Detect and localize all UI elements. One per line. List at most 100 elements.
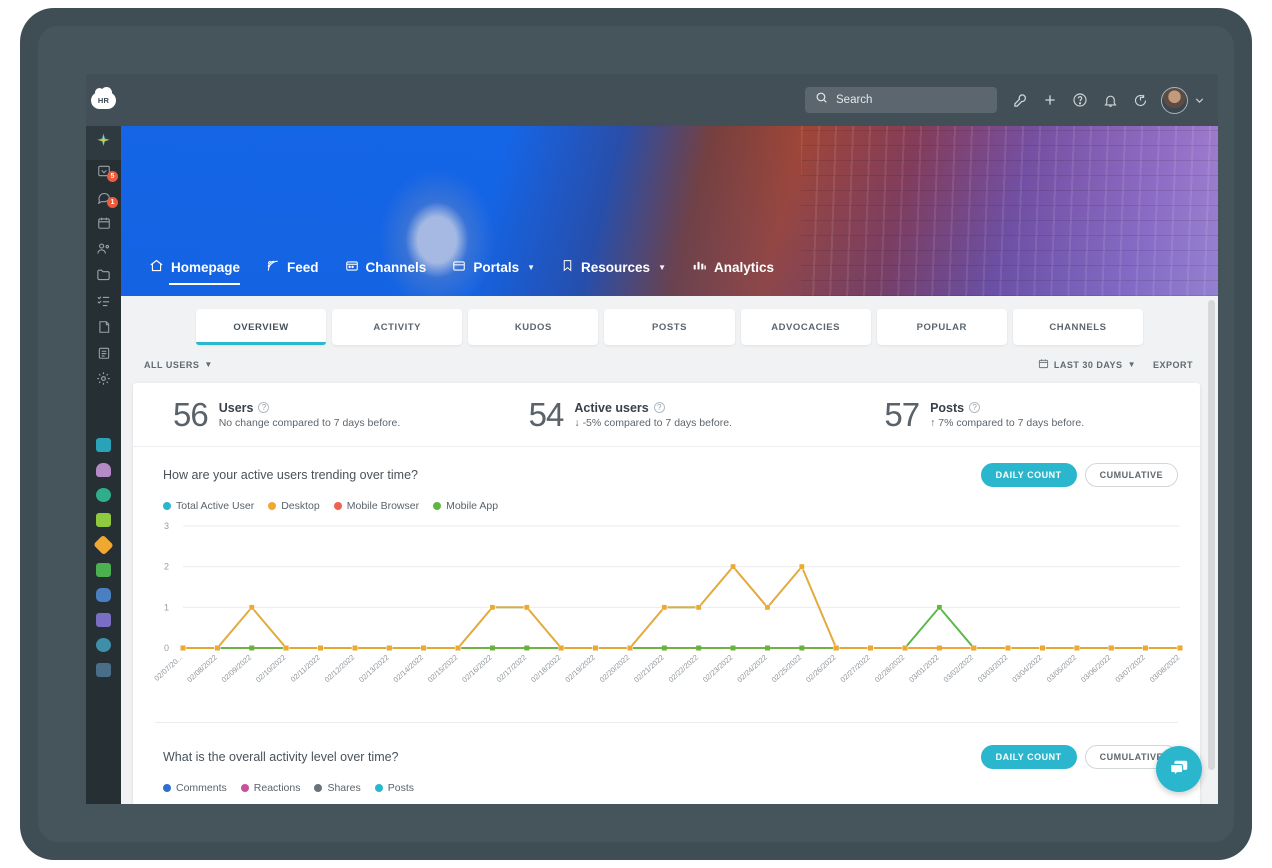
chart1-cumulative-button[interactable]: CUMULATIVE bbox=[1084, 463, 1178, 487]
svg-text:03/05/2022: 03/05/2022 bbox=[1045, 653, 1079, 684]
tab-posts-label: POSTS bbox=[652, 321, 687, 333]
app-robot-icon bbox=[96, 587, 111, 602]
tab-posts[interactable]: POSTS bbox=[604, 309, 735, 345]
svg-text:03/02/2022: 03/02/2022 bbox=[942, 653, 976, 684]
legend-item-total-active-user[interactable]: Total Active User bbox=[163, 500, 254, 512]
portals-icon bbox=[452, 259, 466, 276]
svg-text:03/06/2022: 03/06/2022 bbox=[1079, 653, 1113, 684]
legend-item-posts[interactable]: Posts bbox=[374, 782, 414, 794]
rail-item-clipboard[interactable] bbox=[86, 342, 121, 368]
audience-filter-dropdown[interactable]: ALL USERS ▼ bbox=[144, 360, 213, 370]
svg-text:02/26/2022: 02/26/2022 bbox=[804, 653, 838, 684]
app-device-icon bbox=[96, 662, 111, 677]
svg-text:02/28/2022: 02/28/2022 bbox=[873, 653, 907, 684]
rail-item-calendar[interactable] bbox=[86, 212, 121, 238]
rail-app-chart[interactable] bbox=[86, 607, 121, 632]
hero-nav-analytics[interactable]: Analytics bbox=[692, 259, 774, 278]
date-range-dropdown[interactable]: LAST 30 DAYS ▼ bbox=[1038, 358, 1136, 371]
chart2-daily-count-button[interactable]: DAILY COUNT bbox=[980, 745, 1077, 769]
kpi-active-users: 54 Active users ? ↓ -5% compared to 7 da… bbox=[489, 396, 845, 434]
rail-item-messages[interactable]: 1 bbox=[86, 186, 121, 212]
rail-item-settings[interactable] bbox=[86, 368, 121, 394]
svg-text:03/04/2022: 03/04/2022 bbox=[1010, 653, 1044, 684]
calendar-icon bbox=[1038, 358, 1049, 371]
rail-item-brand[interactable] bbox=[86, 126, 121, 160]
rail-app-people[interactable] bbox=[86, 457, 121, 482]
rail-app-badge[interactable] bbox=[86, 482, 121, 507]
rail-app-analytics[interactable] bbox=[86, 432, 121, 457]
notes-icon bbox=[97, 320, 111, 339]
legend-dot bbox=[433, 502, 442, 510]
tab-advocacies[interactable]: ADVOCACIES bbox=[740, 309, 871, 345]
rail-app-screen[interactable] bbox=[86, 557, 121, 582]
tab-overview[interactable]: OVERVIEW bbox=[196, 309, 327, 345]
chart2-title: What is the overall activity level over … bbox=[163, 750, 399, 764]
tab-popular[interactable]: POPULAR bbox=[876, 309, 1007, 345]
bell-icon[interactable] bbox=[1095, 85, 1125, 115]
home-icon bbox=[149, 258, 164, 276]
rail-app-diamond[interactable] bbox=[86, 532, 121, 557]
svg-text:02/14/2022: 02/14/2022 bbox=[391, 653, 425, 684]
left-rail: HR 5 1 bbox=[86, 74, 121, 804]
kpi-active-users-value: 54 bbox=[528, 395, 565, 433]
rail-app-robot[interactable] bbox=[86, 582, 121, 607]
legend-item-comments[interactable]: Comments bbox=[163, 782, 227, 794]
help-icon[interactable]: ? bbox=[258, 402, 270, 413]
rail-item-inbox[interactable]: 5 bbox=[86, 160, 121, 186]
hero-nav-feed[interactable]: Feed bbox=[266, 259, 319, 278]
kpi-row: 56 Users ? No change compared to 7 days … bbox=[133, 383, 1200, 447]
help-icon[interactable]: ? bbox=[653, 402, 665, 413]
chart1-daily-count-button[interactable]: DAILY COUNT bbox=[980, 463, 1077, 487]
chart1-svg: 0 1 2 3 02/07/20... 02/08/2022 02/09/2022 02/10… bbox=[152, 521, 1184, 684]
avatar[interactable] bbox=[1161, 86, 1188, 114]
rail-app-map[interactable] bbox=[86, 507, 121, 532]
timer-icon[interactable] bbox=[1125, 85, 1155, 115]
legend-dot bbox=[268, 502, 277, 510]
legend-item-mobile-browser[interactable]: Mobile Browser bbox=[333, 500, 419, 512]
clipboard-icon bbox=[97, 346, 111, 365]
legend-item-desktop[interactable]: Desktop bbox=[268, 500, 320, 512]
tab-advocacies-label: ADVOCACIES bbox=[771, 321, 841, 333]
tab-kudos[interactable]: KUDOS bbox=[468, 309, 599, 345]
plus-icon[interactable] bbox=[1035, 85, 1065, 115]
svg-text:02/08/2022: 02/08/2022 bbox=[185, 653, 219, 684]
tab-channels[interactable]: CHANNELS bbox=[1012, 309, 1143, 345]
hero-banner: Homepage Feed Channels Portals ▼ Resourc… bbox=[121, 126, 1218, 296]
user-menu[interactable] bbox=[1161, 86, 1206, 114]
app-badge-icon bbox=[96, 487, 111, 502]
rail-item-notes[interactable] bbox=[86, 316, 121, 342]
hero-nav-channels[interactable]: Channels bbox=[345, 259, 426, 278]
legend-dot bbox=[374, 784, 383, 792]
legend-item-shares[interactable]: Shares bbox=[314, 782, 361, 794]
kpi-posts-title: Posts bbox=[930, 400, 965, 415]
chart1-plot[interactable]: 0 1 2 3 02/07/20... 02/08/2022 02/09/2022 02/10… bbox=[133, 516, 1200, 716]
svg-text:02/07/20...: 02/07/20... bbox=[152, 653, 184, 683]
tab-activity[interactable]: ACTIVITY bbox=[332, 309, 463, 345]
app-logo[interactable]: HR bbox=[86, 74, 121, 126]
hero-nav-homepage[interactable]: Homepage bbox=[149, 258, 241, 285]
legend-item-mobile-app[interactable]: Mobile App bbox=[433, 500, 498, 512]
scrollbar-thumb[interactable] bbox=[1208, 300, 1215, 770]
hero-nav-portals[interactable]: Portals ▼ bbox=[452, 259, 535, 278]
help-icon[interactable] bbox=[1065, 85, 1095, 115]
svg-text:02/11/2022: 02/11/2022 bbox=[289, 653, 322, 684]
legend-item-reactions[interactable]: Reactions bbox=[240, 782, 300, 794]
rail-item-people[interactable] bbox=[86, 238, 121, 264]
rail-app-target[interactable] bbox=[86, 632, 121, 657]
svg-text:02/13/2022: 02/13/2022 bbox=[357, 653, 391, 684]
export-button[interactable]: EXPORT bbox=[1153, 360, 1193, 370]
legend-label: Desktop bbox=[281, 500, 320, 512]
svg-text:02/22/2022: 02/22/2022 bbox=[667, 653, 701, 684]
rail-item-folder[interactable] bbox=[86, 264, 121, 290]
kpi-active-users-arrow: ↓ bbox=[574, 416, 580, 429]
search-input[interactable]: Search bbox=[805, 87, 997, 113]
resources-icon bbox=[561, 259, 574, 275]
rail-item-tasks[interactable] bbox=[86, 290, 121, 316]
brand-icon bbox=[95, 132, 112, 154]
chat-bubble-icon[interactable] bbox=[1156, 746, 1202, 792]
rail-app-device[interactable] bbox=[86, 657, 121, 682]
svg-text:03/07/2022: 03/07/2022 bbox=[1113, 653, 1147, 684]
wrench-icon[interactable] bbox=[1005, 85, 1035, 115]
hero-nav-resources[interactable]: Resources ▼ bbox=[561, 259, 666, 277]
help-icon[interactable]: ? bbox=[969, 402, 981, 413]
